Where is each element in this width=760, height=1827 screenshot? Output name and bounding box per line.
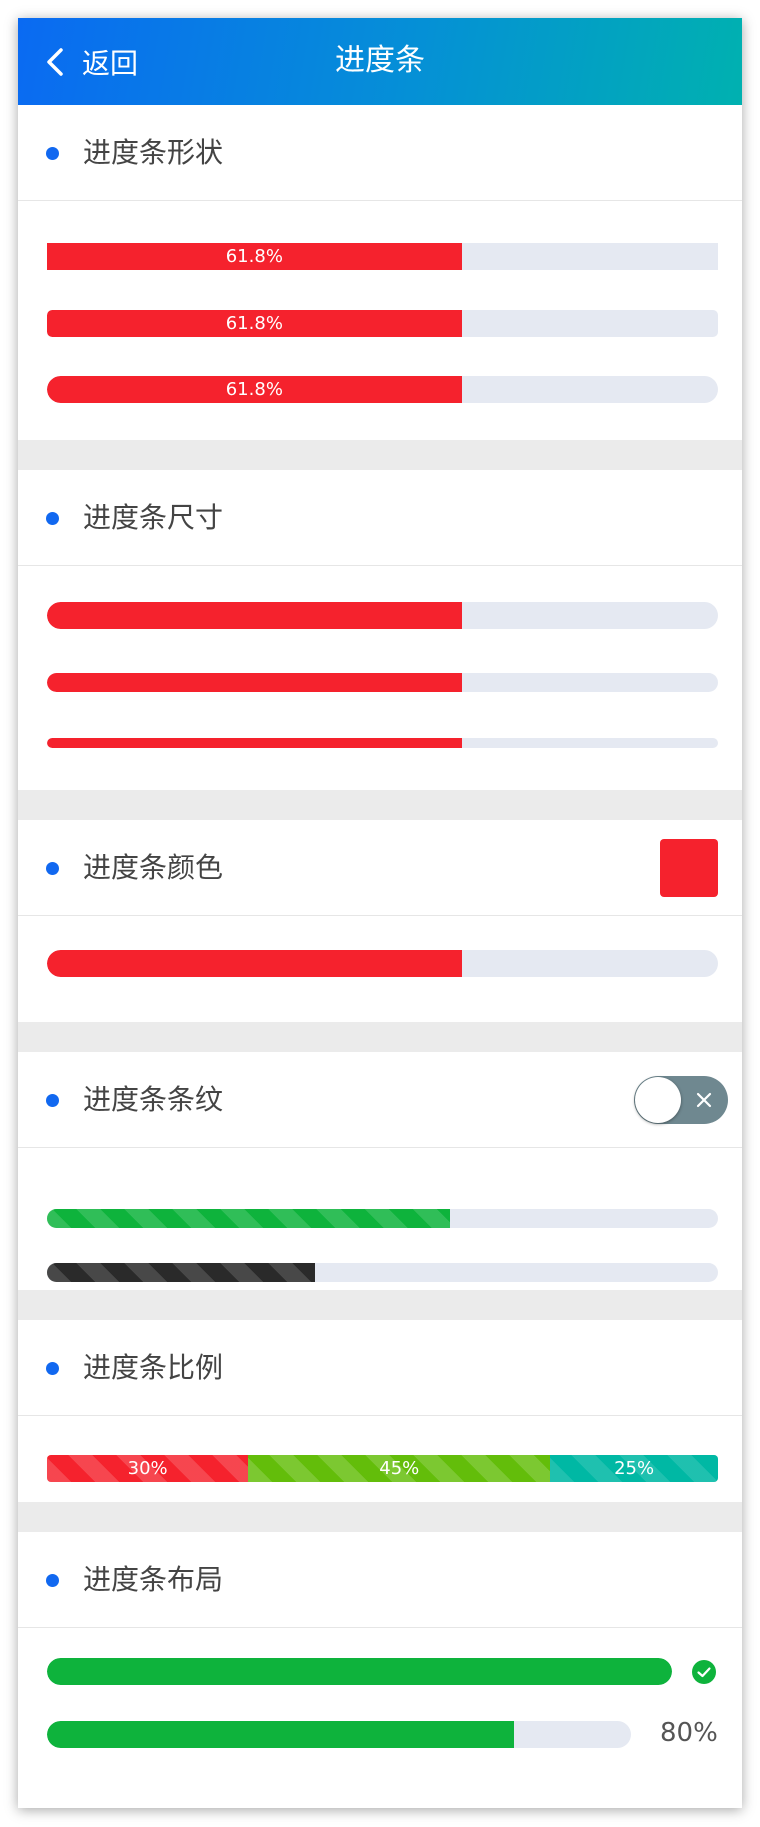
progress-track-medium [47,673,718,692]
ratio-segment: 25% [550,1455,718,1482]
bullet-dot [46,147,59,160]
progress-fill: 61.8% [47,376,462,403]
progress-track: 61.8% [47,376,718,403]
section-title: 进度条颜色 [83,851,224,884]
progress-track-ratio: 30% 45% 25% [47,1455,718,1482]
progress-fill [47,950,462,977]
section-header: 进度条比例 [18,1320,742,1416]
bullet-dot [46,1094,59,1107]
color-picker-swatch[interactable] [660,839,718,897]
section-title: 进度条布局 [83,1563,224,1596]
section-title: 进度条尺寸 [83,501,224,534]
bullet-dot [46,1362,59,1375]
progress-fill [47,738,462,748]
progress-track [47,1721,631,1748]
section-title: 进度条比例 [83,1351,224,1384]
bullet-dot [46,1574,59,1587]
section-title: 进度条条纹 [83,1083,224,1116]
section-divider [18,440,742,470]
progress-percent-text: 80% [660,1718,718,1748]
section-ratio: 进度条比例 30% 45% 25% [18,1320,742,1502]
progress-fill: 61.8% [47,243,462,270]
section-header: 进度条形状 [18,105,742,201]
section-header: 进度条条纹 [18,1052,742,1148]
stripe-toggle-switch[interactable] [634,1076,728,1124]
bullet-dot [46,512,59,525]
progress-fill-striped [47,1263,316,1282]
section-stripe: 进度条条纹 [18,1052,742,1290]
section-divider [18,1502,742,1532]
section-layout: 进度条布局 80% [18,1532,742,1808]
close-icon [696,1092,712,1108]
progress-label: 61.8% [225,313,283,334]
progress-fill: 61.8% [47,310,462,337]
page-title: 进度条 [335,43,425,78]
section-divider [18,1022,742,1052]
navbar: 返回 进度条 [18,18,742,105]
progress-fill [47,673,462,692]
progress-track-small [47,738,718,748]
bullet-dot [46,862,59,875]
section-size: 进度条尺寸 [18,470,742,790]
section-color: 进度条颜色 [18,820,742,1022]
progress-label: 61.8% [225,379,283,400]
progress-fill-striped [47,1209,450,1228]
section-header: 进度条颜色 [18,820,742,916]
section-shape: 进度条形状 61.8% 61.8% 61.8% [18,105,742,403]
progress-track [47,1209,718,1228]
section-title: 进度条形状 [83,136,224,169]
progress-fill [47,602,462,629]
progress-track: 61.8% [47,243,718,270]
progress-track-large [47,602,718,629]
section-header: 进度条布局 [18,1532,742,1628]
progress-track: 61.8% [47,310,718,337]
progress-track [47,950,718,977]
ratio-segment: 45% [248,1455,551,1482]
section-divider [18,1290,742,1320]
progress-fill [47,1658,672,1685]
phone-screen: 返回 进度条 进度条形状 61.8% 61.8% 61.8% 进度条尺寸 进度条… [18,18,742,1808]
check-circle-icon [692,1660,716,1684]
section-header: 进度条尺寸 [18,470,742,566]
progress-track [47,1263,718,1282]
section-divider [18,790,742,820]
switch-knob [635,1077,681,1123]
progress-track [47,1658,672,1685]
progress-fill [47,1721,515,1748]
progress-label: 61.8% [225,246,283,267]
ratio-segment: 30% [47,1455,249,1482]
